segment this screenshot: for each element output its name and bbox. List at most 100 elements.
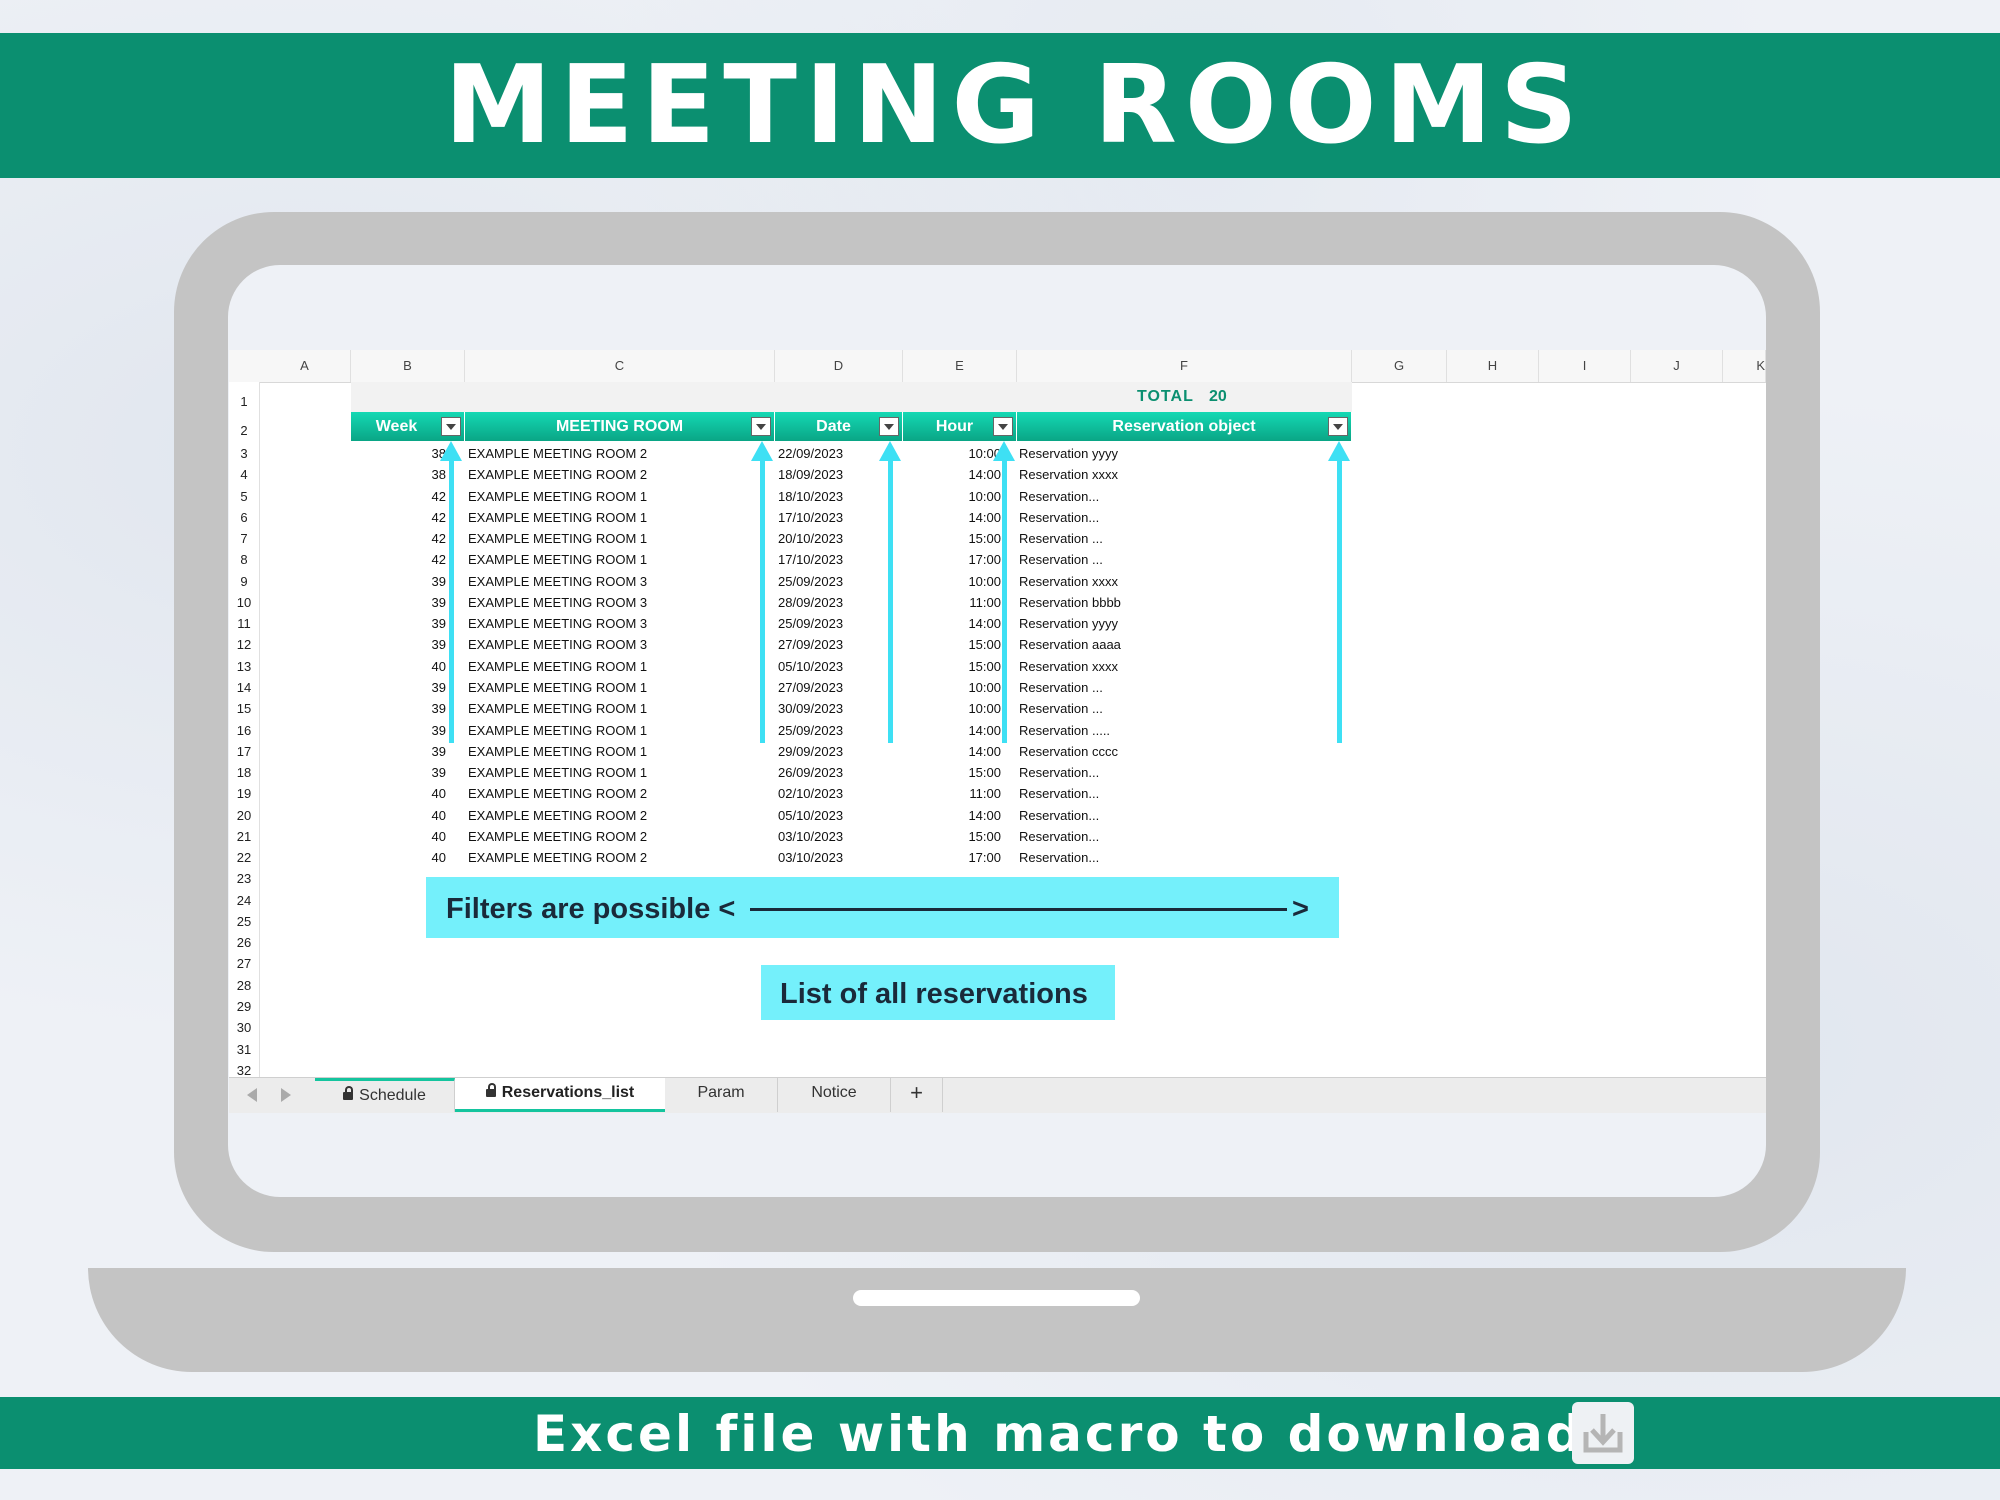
cell-reservation-object[interactable]: Reservation ...	[1019, 680, 1339, 695]
row-number[interactable]: 25	[229, 914, 259, 929]
cell-reservation-object[interactable]: Reservation...	[1019, 786, 1339, 801]
row-number[interactable]: 2	[229, 423, 259, 438]
cell-date[interactable]: 27/09/2023	[778, 680, 898, 695]
add-sheet-button[interactable]: +	[891, 1078, 943, 1112]
row-number[interactable]: 30	[229, 1020, 259, 1035]
cell-week[interactable]: 39	[351, 765, 446, 780]
row-number[interactable]: 18	[229, 765, 259, 780]
cell-week[interactable]: 40	[351, 659, 446, 674]
cell-date[interactable]: 17/10/2023	[778, 552, 898, 567]
row-number[interactable]: 3	[229, 446, 259, 461]
row-number[interactable]: 9	[229, 574, 259, 589]
cell-week[interactable]: 38	[351, 467, 446, 482]
cell-week[interactable]: 39	[351, 574, 446, 589]
cell-meeting-room[interactable]: EXAMPLE MEETING ROOM 1	[468, 723, 768, 738]
cell-meeting-room[interactable]: EXAMPLE MEETING ROOM 2	[468, 446, 768, 461]
row-number[interactable]: 13	[229, 659, 259, 674]
triangle-left-icon[interactable]	[247, 1088, 257, 1102]
cell-hour[interactable]: 10:00	[903, 574, 1001, 589]
cell-reservation-object[interactable]: Reservation aaaa	[1019, 637, 1339, 652]
cell-meeting-room[interactable]: EXAMPLE MEETING ROOM 2	[468, 467, 768, 482]
cell-hour[interactable]: 14:00	[903, 467, 1001, 482]
cell-hour[interactable]: 14:00	[903, 616, 1001, 631]
row-number[interactable]: 31	[229, 1042, 259, 1057]
cell-date[interactable]: 05/10/2023	[778, 808, 898, 823]
cell-meeting-room[interactable]: EXAMPLE MEETING ROOM 3	[468, 574, 768, 589]
cell-meeting-room[interactable]: EXAMPLE MEETING ROOM 1	[468, 701, 768, 716]
filter-dropdown-icon[interactable]	[879, 417, 899, 436]
cell-hour[interactable]: 17:00	[903, 552, 1001, 567]
filter-dropdown-icon[interactable]	[751, 417, 771, 436]
cell-date[interactable]: 25/09/2023	[778, 723, 898, 738]
cell-date[interactable]: 18/09/2023	[778, 467, 898, 482]
cell-week[interactable]: 39	[351, 723, 446, 738]
row-number[interactable]: 15	[229, 701, 259, 716]
row-number[interactable]: 10	[229, 595, 259, 610]
cell-date[interactable]: 03/10/2023	[778, 829, 898, 844]
cell-date[interactable]: 25/09/2023	[778, 616, 898, 631]
cell-meeting-room[interactable]: EXAMPLE MEETING ROOM 3	[468, 616, 768, 631]
cell-hour[interactable]: 15:00	[903, 659, 1001, 674]
cell-date[interactable]: 20/10/2023	[778, 531, 898, 546]
row-number[interactable]: 27	[229, 956, 259, 971]
row-number[interactable]: 12	[229, 637, 259, 652]
cell-date[interactable]: 26/09/2023	[778, 765, 898, 780]
row-number[interactable]: 7	[229, 531, 259, 546]
cell-hour[interactable]: 11:00	[903, 595, 1001, 610]
cell-date[interactable]: 02/10/2023	[778, 786, 898, 801]
triangle-right-icon[interactable]	[281, 1088, 291, 1102]
cell-week[interactable]: 42	[351, 531, 446, 546]
cell-reservation-object[interactable]: Reservation xxxx	[1019, 574, 1339, 589]
cell-reservation-object[interactable]: Reservation yyyy	[1019, 616, 1339, 631]
cell-date[interactable]: 03/10/2023	[778, 850, 898, 865]
column-header-c[interactable]: C	[465, 350, 775, 382]
cell-date[interactable]: 28/09/2023	[778, 595, 898, 610]
row-number[interactable]: 22	[229, 850, 259, 865]
column-header-k[interactable]: K	[1723, 350, 1766, 382]
cell-week[interactable]: 39	[351, 616, 446, 631]
cell-reservation-object[interactable]: Reservation...	[1019, 808, 1339, 823]
cell-week[interactable]: 39	[351, 744, 446, 759]
column-header-h[interactable]: H	[1447, 350, 1539, 382]
filter-dropdown-icon[interactable]	[441, 417, 461, 436]
download-icon[interactable]	[1572, 1402, 1634, 1464]
cell-meeting-room[interactable]: EXAMPLE MEETING ROOM 2	[468, 829, 768, 844]
cell-date[interactable]: 17/10/2023	[778, 510, 898, 525]
cell-meeting-room[interactable]: EXAMPLE MEETING ROOM 1	[468, 680, 768, 695]
cell-week[interactable]: 42	[351, 552, 446, 567]
cell-meeting-room[interactable]: EXAMPLE MEETING ROOM 1	[468, 552, 768, 567]
cell-date[interactable]: 27/09/2023	[778, 637, 898, 652]
row-number[interactable]: 32	[229, 1063, 259, 1078]
cell-meeting-room[interactable]: EXAMPLE MEETING ROOM 2	[468, 786, 768, 801]
cell-reservation-object[interactable]: Reservation ...	[1019, 531, 1339, 546]
column-header-i[interactable]: I	[1539, 350, 1631, 382]
cell-meeting-room[interactable]: EXAMPLE MEETING ROOM 1	[468, 659, 768, 674]
cell-reservation-object[interactable]: Reservation...	[1019, 510, 1339, 525]
filter-dropdown-icon[interactable]	[1328, 417, 1348, 436]
cell-hour[interactable]: 17:00	[903, 850, 1001, 865]
cell-hour[interactable]: 14:00	[903, 723, 1001, 738]
cell-week[interactable]: 39	[351, 680, 446, 695]
row-number[interactable]: 23	[229, 871, 259, 886]
column-header-d[interactable]: D	[775, 350, 903, 382]
row-number[interactable]: 29	[229, 999, 259, 1014]
cell-reservation-object[interactable]: Reservation ...	[1019, 701, 1339, 716]
cell-reservation-object[interactable]: Reservation ...	[1019, 552, 1339, 567]
cell-meeting-room[interactable]: EXAMPLE MEETING ROOM 3	[468, 637, 768, 652]
column-header-a[interactable]: A	[259, 350, 351, 382]
row-number[interactable]: 24	[229, 893, 259, 908]
cell-hour[interactable]: 15:00	[903, 829, 1001, 844]
cell-hour[interactable]: 14:00	[903, 744, 1001, 759]
cell-reservation-object[interactable]: Reservation...	[1019, 850, 1339, 865]
row-number[interactable]: 4	[229, 467, 259, 482]
row-number[interactable]: 26	[229, 935, 259, 950]
cell-week[interactable]: 39	[351, 637, 446, 652]
row-number[interactable]: 28	[229, 978, 259, 993]
cell-meeting-room[interactable]: EXAMPLE MEETING ROOM 1	[468, 744, 768, 759]
cell-hour[interactable]: 15:00	[903, 765, 1001, 780]
cell-week[interactable]: 40	[351, 786, 446, 801]
cell-hour[interactable]: 11:00	[903, 786, 1001, 801]
row-number[interactable]: 21	[229, 829, 259, 844]
cell-date[interactable]: 18/10/2023	[778, 489, 898, 504]
tab-reservations-list[interactable]: Reservations_list	[455, 1078, 665, 1112]
